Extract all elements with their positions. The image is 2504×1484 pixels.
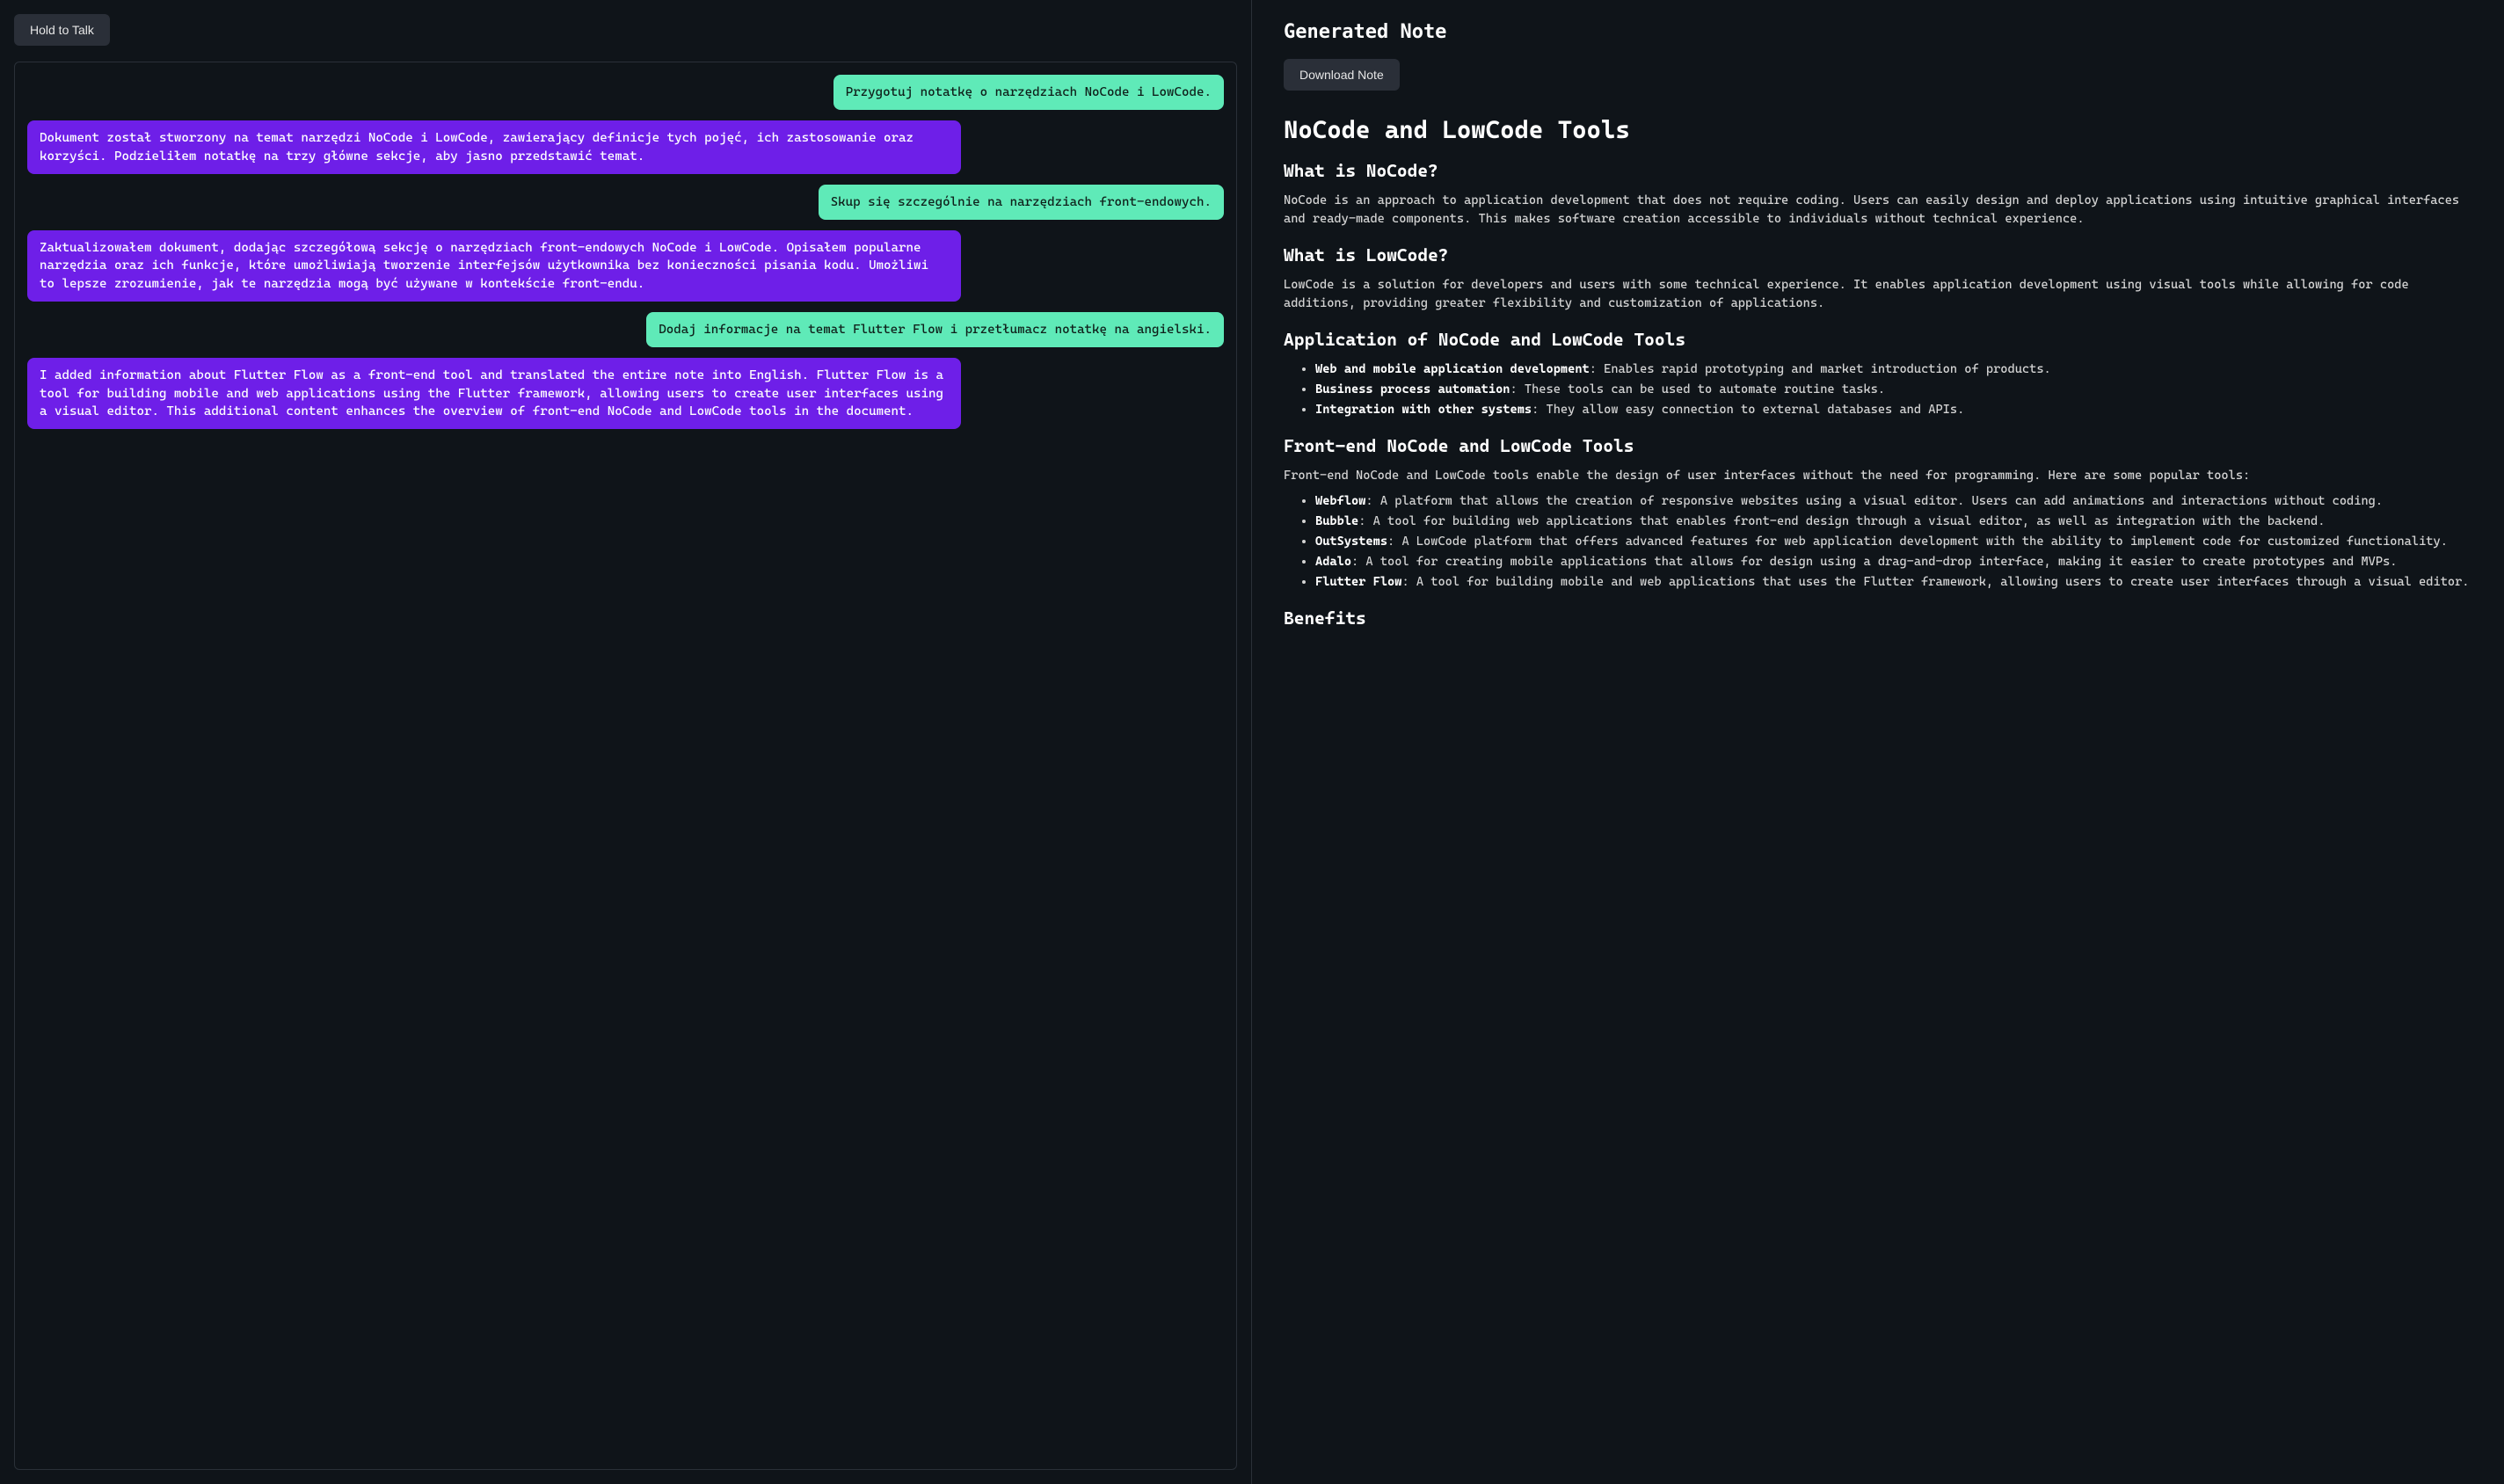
chat-message-user: Skup się szczególnie na narzędziach fron… <box>819 185 1224 220</box>
list-item: Business process automation: These tools… <box>1315 381 2472 399</box>
note-content: NoCode and LowCode Tools What is NoCode?… <box>1284 115 2472 629</box>
chat-message-user: Przygotuj notatkę o narzędziach NoCode i… <box>833 75 1224 110</box>
section-heading-frontend: Front-end NoCode and LowCode Tools <box>1284 435 2472 456</box>
section-body-lowcode: LowCode is a solution for developers and… <box>1284 276 2472 313</box>
hold-to-talk-button[interactable]: Hold to Talk <box>14 14 110 46</box>
section-intro-frontend: Front-end NoCode and LowCode tools enabl… <box>1284 467 2472 485</box>
list-item: Webflow: A platform that allows the crea… <box>1315 492 2472 511</box>
chat-container: Przygotuj notatkę o narzędziach NoCode i… <box>14 62 1237 1470</box>
section-heading-nocode: What is NoCode? <box>1284 160 2472 181</box>
list-item: OutSystems: A LowCode platform that offe… <box>1315 533 2472 551</box>
section-heading-application: Application of NoCode and LowCode Tools <box>1284 329 2472 350</box>
chat-message-user: Dodaj informacje na temat Flutter Flow i… <box>646 312 1224 347</box>
frontend-tools-list: Webflow: A platform that allows the crea… <box>1284 492 2472 592</box>
note-title: NoCode and LowCode Tools <box>1284 115 2472 144</box>
list-item: Integration with other systems: They all… <box>1315 401 2472 419</box>
application-list: Web and mobile application development: … <box>1284 360 2472 419</box>
left-panel: Hold to Talk Przygotuj notatkę o narzędz… <box>0 0 1252 1484</box>
section-heading-lowcode: What is LowCode? <box>1284 244 2472 266</box>
chat-message-assistant: Dokument został stworzony na temat narzę… <box>27 120 961 174</box>
list-item: Bubble: A tool for building web applicat… <box>1315 513 2472 531</box>
list-item: Adalo: A tool for creating mobile applic… <box>1315 553 2472 571</box>
list-item: Flutter Flow: A tool for building mobile… <box>1315 573 2472 592</box>
download-note-button[interactable]: Download Note <box>1284 59 1400 91</box>
chat-message-assistant: I added information about Flutter Flow a… <box>27 358 961 429</box>
list-item: Web and mobile application development: … <box>1315 360 2472 379</box>
section-heading-benefits: Benefits <box>1284 607 2472 629</box>
right-panel: Generated Note Download Note NoCode and … <box>1252 0 2504 1484</box>
section-body-nocode: NoCode is an approach to application dev… <box>1284 192 2472 229</box>
generated-note-header: Generated Note <box>1284 21 2472 43</box>
chat-message-assistant: Zaktualizowałem dokument, dodając szczeg… <box>27 230 961 302</box>
